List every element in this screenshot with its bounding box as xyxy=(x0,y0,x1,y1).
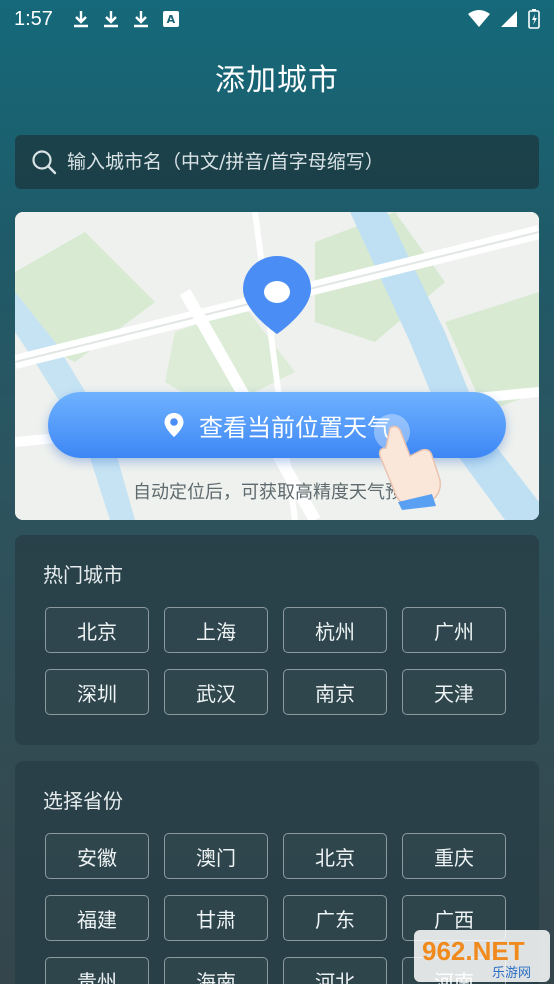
location-pin-icon xyxy=(164,413,184,437)
hot-city-button[interactable]: 杭州 xyxy=(283,607,387,653)
province-button[interactable]: 甘肃 xyxy=(164,895,268,941)
search-input[interactable] xyxy=(67,151,523,173)
province-button[interactable]: 河北 xyxy=(283,957,387,984)
province-button[interactable]: 福建 xyxy=(45,895,149,941)
download-icon xyxy=(103,11,118,28)
watermark-text: 962.NET xyxy=(422,936,525,966)
province-button[interactable]: 贵州 xyxy=(45,957,149,984)
search-icon xyxy=(32,150,57,175)
hot-city-button[interactable]: 武汉 xyxy=(164,669,268,715)
watermark-subtext: 乐游网 xyxy=(492,966,531,981)
status-bar: 1:57 A xyxy=(0,0,554,38)
hot-city-button[interactable]: 上海 xyxy=(164,607,268,653)
province-button[interactable]: 广东 xyxy=(283,895,387,941)
location-hint: 自动定位后，可获取高精度天气预报 xyxy=(133,482,421,503)
province-button[interactable]: 安徽 xyxy=(45,833,149,879)
hot-city-button[interactable]: 北京 xyxy=(45,607,149,653)
hot-city-button[interactable]: 南京 xyxy=(283,669,387,715)
watermark-logo: 962.NET 乐游网 xyxy=(414,930,550,982)
hot-city-button[interactable]: 深圳 xyxy=(45,669,149,715)
province-button[interactable]: 海南 xyxy=(164,957,268,984)
hot-cities-title: 热门城市 xyxy=(43,563,123,587)
province-button[interactable]: 重庆 xyxy=(402,833,506,879)
battery-icon xyxy=(528,9,540,29)
province-button[interactable]: 北京 xyxy=(283,833,387,879)
download-icon xyxy=(73,11,88,28)
app-notification-icon: A xyxy=(162,11,179,27)
map-background xyxy=(15,212,539,520)
locate-button-label: 查看当前位置天气 xyxy=(199,413,391,442)
hot-cities-grid: 北京 上海 杭州 广州 深圳 武汉 南京 天津 xyxy=(45,607,509,715)
page-title: 添加城市 xyxy=(215,63,339,98)
tap-hand-icon xyxy=(374,414,441,510)
wifi-icon xyxy=(468,10,490,27)
hot-cities-panel: 热门城市 北京 上海 杭州 广州 深圳 武汉 南京 天津 xyxy=(15,535,539,745)
province-title: 选择省份 xyxy=(43,789,123,813)
signal-icon xyxy=(501,11,517,27)
province-button[interactable]: 澳门 xyxy=(164,833,268,879)
search-box[interactable] xyxy=(15,135,539,189)
location-card: 查看当前位置天气 自动定位后，可获取高精度天气预报 xyxy=(15,212,539,520)
download-icon xyxy=(133,11,148,28)
hot-city-button[interactable]: 广州 xyxy=(402,607,506,653)
hot-city-button[interactable]: 天津 xyxy=(402,669,506,715)
status-time: 1:57 xyxy=(14,7,53,30)
